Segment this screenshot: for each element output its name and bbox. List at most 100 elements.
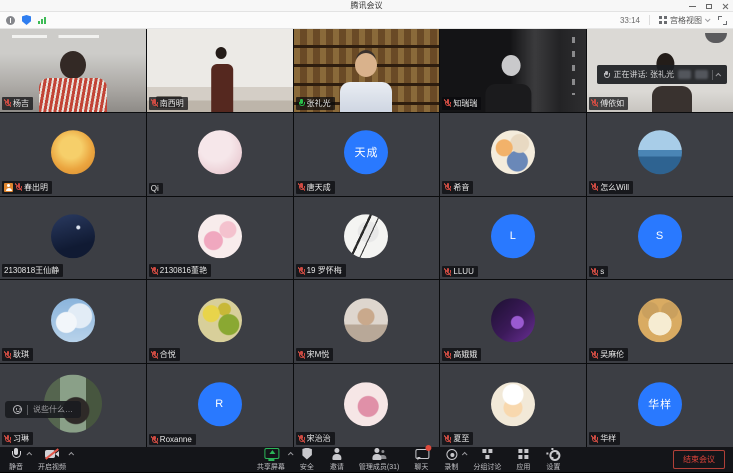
avatar-initials: R — [215, 398, 224, 410]
breakout-rooms-icon — [479, 448, 495, 461]
participant-name-label: Qi — [149, 183, 163, 194]
start-video-button[interactable]: 开启视频 — [38, 448, 66, 472]
quick-chat-overlay[interactable]: 说些什么… — [5, 401, 81, 418]
participant-tile[interactable]: 19 罗怀梅 — [294, 197, 440, 280]
breakout-rooms-button[interactable]: 分组讨论 — [473, 448, 501, 472]
maximize-icon[interactable] — [706, 4, 712, 9]
emoji-icon[interactable] — [13, 405, 22, 414]
participant-name-label: 张礼光 — [296, 97, 335, 110]
participant-tile[interactable]: 夏至 — [440, 364, 586, 447]
participant-tile[interactable]: 2130816董艳 — [147, 197, 293, 280]
members-icon — [371, 448, 387, 461]
participant-tile[interactable]: 华样 华样 — [587, 364, 733, 447]
chat-unread-badge — [425, 445, 431, 451]
participant-tile[interactable]: 怎么Will — [587, 113, 733, 196]
divider — [27, 405, 28, 415]
participant-tile[interactable]: S s — [587, 197, 733, 280]
divider — [649, 15, 650, 25]
chat-button[interactable]: 聊天 — [413, 448, 429, 472]
end-meeting-button[interactable]: 结束会议 — [673, 450, 725, 469]
participant-tile[interactable]: 春出明 — [0, 113, 146, 196]
participant-name-label: 怎么Will — [589, 181, 633, 194]
participant-name: 华样 — [600, 433, 616, 444]
participant-name: 耿琪 — [13, 349, 29, 360]
layout-view-button[interactable]: 宫格视图 — [659, 15, 709, 26]
avatar — [491, 130, 535, 174]
participant-tile[interactable]: 2130818王仙静 — [0, 197, 146, 280]
layout-view-label: 宫格视图 — [670, 15, 702, 26]
avatar — [198, 298, 242, 342]
mic-options-chevron-icon[interactable] — [26, 451, 32, 457]
mic-muted-icon — [151, 99, 158, 107]
participant-name-label: 2130818王仙静 — [2, 264, 63, 277]
avatar — [198, 214, 242, 258]
participant-tile[interactable]: Qi — [147, 113, 293, 196]
participant-name-label: 唐天成 — [296, 181, 335, 194]
participant-tile[interactable]: L LLUU — [440, 197, 586, 280]
mic-muted-icon — [444, 435, 451, 443]
phone-user-icon — [4, 183, 13, 192]
mic-muted-icon — [298, 435, 305, 443]
participant-name-label: 知瑞瑞 — [442, 97, 481, 110]
avatar-initials: S — [656, 230, 664, 242]
participant-name-label: 19 罗怀梅 — [296, 264, 346, 277]
avatar-initials: 华样 — [648, 396, 672, 412]
participant-tile[interactable]: 高娥娥 — [440, 280, 586, 363]
network-signal-icon — [38, 16, 46, 24]
participant-name: 合悦 — [160, 349, 176, 360]
participant-tile[interactable]: 天成 唐天成 — [294, 113, 440, 196]
participant-name: 19 罗怀梅 — [307, 265, 342, 276]
participant-tile[interactable]: R Roxanne — [147, 364, 293, 447]
encryption-shield-icon — [22, 15, 31, 25]
manage-members-button[interactable]: 管理成员(31) — [359, 448, 399, 472]
participant-name: 南西明 — [160, 98, 184, 109]
avatar — [491, 382, 535, 426]
minimize-icon[interactable] — [689, 6, 696, 7]
mic-muted-icon — [151, 267, 158, 275]
participant-tile[interactable]: 希音 — [440, 113, 586, 196]
video-grid: 杨吉 南西明 张礼光 知瑞瑞 傅依如 春出明 Qi 天成 唐天成 希音 怎么Wi… — [0, 29, 733, 447]
fullscreen-icon[interactable] — [718, 16, 727, 25]
participant-tile[interactable]: 耿琪 — [0, 280, 146, 363]
apps-button[interactable]: 应用 — [515, 448, 531, 472]
collapse-chevron-icon[interactable] — [715, 72, 721, 78]
avatar: R — [198, 382, 242, 426]
divider — [712, 70, 713, 80]
participant-name: 高娥娥 — [453, 349, 477, 360]
mute-button[interactable]: 静音 — [8, 448, 24, 472]
participant-name-label: 高娥娥 — [442, 348, 481, 361]
participant-tile[interactable]: 合悦 — [147, 280, 293, 363]
mic-muted-icon — [4, 99, 11, 107]
shield-icon — [299, 448, 315, 461]
participant-tile[interactable]: 宋治治 — [294, 364, 440, 447]
avatar — [344, 382, 388, 426]
participant-tile[interactable]: 吴麻伦 — [587, 280, 733, 363]
meeting-header: 33:14 宫格视图 — [0, 12, 733, 29]
avatar-initials: 天成 — [354, 144, 378, 160]
participant-name-label: 吴麻伦 — [589, 348, 628, 361]
participant-name: 2130818王仙静 — [4, 265, 59, 276]
participant-tile[interactable]: 南西明 — [147, 29, 293, 112]
participant-tile[interactable]: 杨吉 — [0, 29, 146, 112]
participant-tile-active-speaker[interactable]: 张礼光 — [294, 29, 440, 112]
participant-tile[interactable]: 知瑞瑞 — [440, 29, 586, 112]
participant-name: 宋M悦 — [307, 349, 330, 360]
settings-button[interactable]: 设置 — [545, 448, 561, 472]
close-icon[interactable] — [722, 3, 729, 10]
active-speaker-overlay: 正在讲话: 张礼光 — [597, 65, 727, 84]
security-button[interactable]: 安全 — [299, 448, 315, 472]
participant-name-label: 南西明 — [149, 97, 188, 110]
video-options-chevron-icon[interactable] — [68, 451, 74, 457]
participant-name: 希音 — [453, 182, 469, 193]
meeting-info-icon[interactable] — [6, 16, 15, 25]
participant-name: Roxanne — [160, 435, 192, 444]
participant-name-label: Roxanne — [149, 434, 196, 445]
share-screen-button[interactable]: 共享屏幕 — [257, 448, 285, 472]
record-options-chevron-icon[interactable] — [462, 451, 468, 457]
participant-tile[interactable]: 宋M悦 — [294, 280, 440, 363]
invite-person-icon — [329, 448, 345, 461]
share-options-chevron-icon[interactable] — [287, 451, 293, 457]
grid-view-icon — [659, 16, 667, 24]
record-button[interactable]: 录制 — [443, 448, 459, 472]
invite-button[interactable]: 邀请 — [329, 448, 345, 472]
